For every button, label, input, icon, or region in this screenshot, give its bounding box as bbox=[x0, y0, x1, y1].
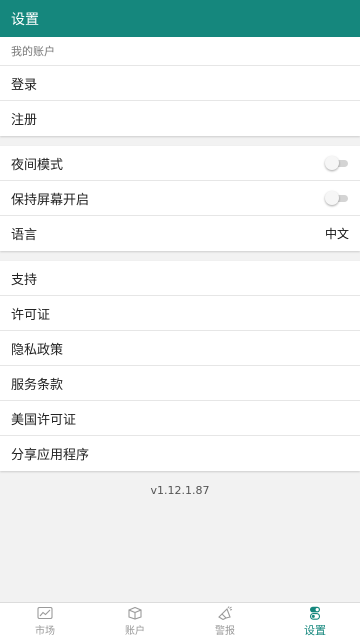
market-chart-icon bbox=[37, 606, 53, 620]
keep-screen-on-toggle[interactable] bbox=[325, 191, 349, 205]
night-mode-label: 夜间模式 bbox=[11, 157, 64, 173]
license-item[interactable]: 许可证 bbox=[0, 296, 360, 331]
account-box-icon bbox=[128, 606, 142, 620]
terms-of-service-label: 服务条款 bbox=[11, 377, 64, 393]
keep-screen-on-item: 保持屏幕开启 bbox=[0, 181, 360, 216]
language-value: 中文 bbox=[324, 227, 349, 241]
settings-screen: 设置 我的账户 登录 注册 夜间模式 保持屏幕开启 语言 中文 支持 许可证 隐… bbox=[0, 0, 360, 640]
terms-of-service-item[interactable]: 服务条款 bbox=[0, 366, 360, 401]
settings-toggle-icon bbox=[309, 606, 321, 620]
language-item[interactable]: 语言 中文 bbox=[0, 216, 360, 251]
night-mode-toggle[interactable] bbox=[325, 156, 349, 170]
preferences-section: 夜间模式 保持屏幕开启 语言 中文 bbox=[0, 146, 360, 251]
account-section-header: 我的账户 bbox=[0, 37, 360, 66]
about-section: 支持 许可证 隐私政策 服务条款 美国许可证 分享应用程序 bbox=[0, 261, 360, 471]
share-app-item[interactable]: 分享应用程序 bbox=[0, 436, 360, 471]
privacy-policy-label: 隐私政策 bbox=[11, 342, 64, 358]
toggle-thumb bbox=[325, 156, 339, 170]
us-license-label: 美国许可证 bbox=[11, 412, 77, 428]
nav-market[interactable]: 市场 bbox=[0, 603, 90, 640]
login-label: 登录 bbox=[11, 77, 38, 93]
register-item[interactable]: 注册 bbox=[0, 101, 360, 136]
page-title: 设置 bbox=[11, 11, 39, 28]
privacy-policy-item[interactable]: 隐私政策 bbox=[0, 331, 360, 366]
nav-alerts[interactable]: 警报 bbox=[180, 603, 270, 640]
nav-account[interactable]: 账户 bbox=[90, 603, 180, 640]
nav-account-label: 账户 bbox=[125, 626, 145, 637]
bottom-navigation: 市场 账户 警报 设置 bbox=[0, 602, 360, 640]
night-mode-item: 夜间模式 bbox=[0, 146, 360, 181]
us-license-item[interactable]: 美国许可证 bbox=[0, 401, 360, 436]
keep-screen-on-label: 保持屏幕开启 bbox=[11, 192, 90, 208]
nav-market-label: 市场 bbox=[35, 626, 55, 637]
share-app-label: 分享应用程序 bbox=[11, 448, 90, 463]
nav-settings-label: 设置 bbox=[304, 623, 326, 637]
register-label: 注册 bbox=[11, 113, 38, 128]
account-section: 我的账户 登录 注册 bbox=[0, 37, 360, 136]
nav-alerts-label: 警报 bbox=[215, 626, 235, 637]
support-label: 支持 bbox=[11, 272, 38, 288]
app-bar: 设置 bbox=[0, 0, 360, 37]
toggle-thumb bbox=[325, 191, 339, 205]
nav-settings[interactable]: 设置 bbox=[270, 603, 360, 640]
login-item[interactable]: 登录 bbox=[0, 66, 360, 101]
alert-megaphone-icon bbox=[218, 606, 233, 620]
support-item[interactable]: 支持 bbox=[0, 261, 360, 296]
version-text: v1.12.1.87 bbox=[150, 484, 210, 497]
language-label: 语言 bbox=[11, 228, 38, 243]
license-label: 许可证 bbox=[11, 307, 51, 323]
